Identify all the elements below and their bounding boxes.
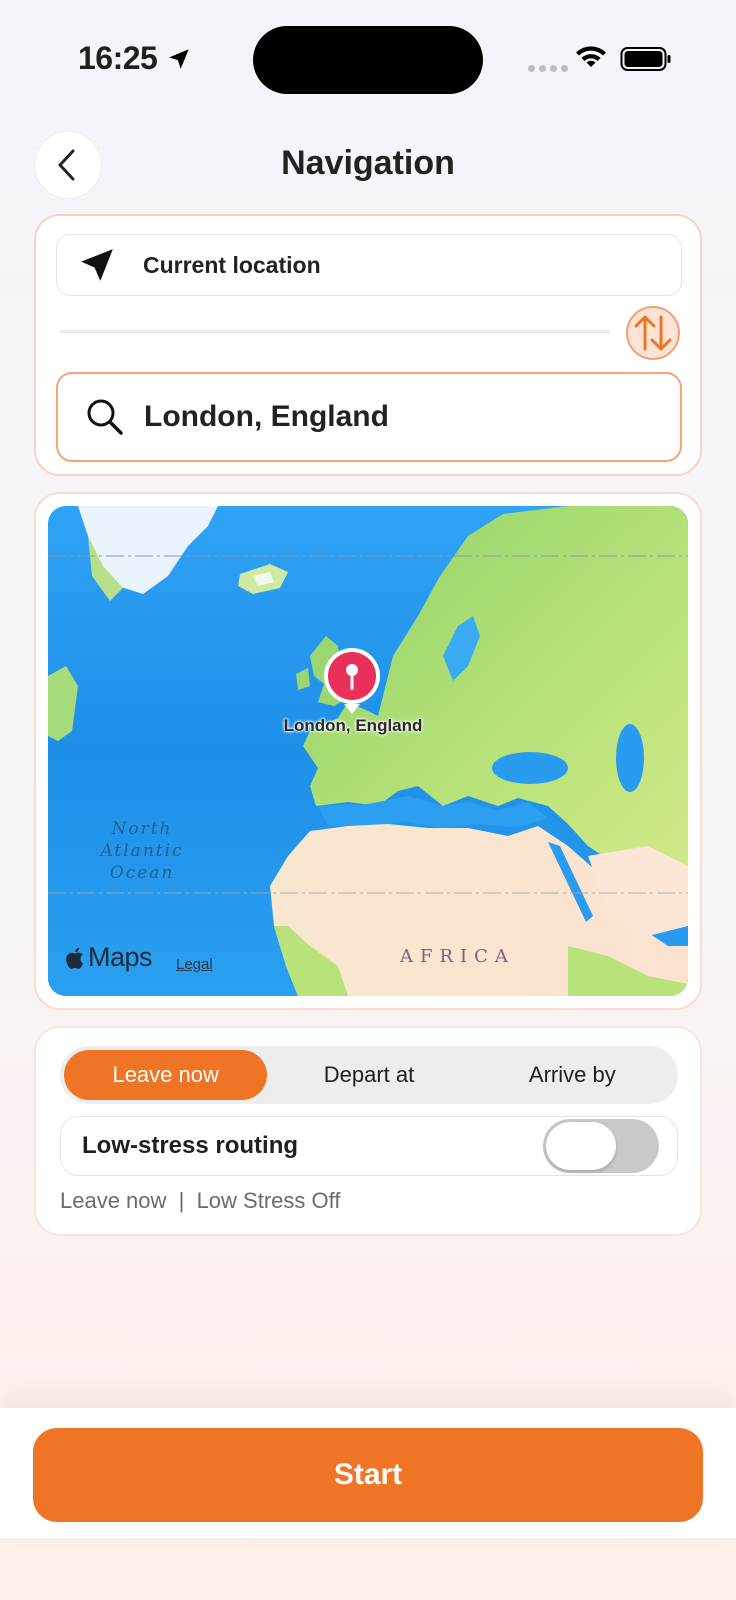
- low-stress-toggle[interactable]: [543, 1119, 659, 1173]
- signal-dots-icon: [528, 65, 568, 72]
- origin-label: Current location: [143, 251, 321, 278]
- mode-depart-at[interactable]: Depart at: [267, 1050, 470, 1100]
- legal-link[interactable]: Legal: [176, 956, 213, 973]
- maps-logo-text: Maps: [88, 942, 153, 972]
- map-background: [48, 506, 688, 996]
- ocean-label-line: Ocean: [109, 863, 175, 883]
- mode-arrive-by[interactable]: Arrive by: [471, 1050, 674, 1100]
- navigation-arrow-icon: [77, 245, 121, 285]
- route-divider: [60, 330, 610, 333]
- continent-label: AFRICA: [400, 946, 515, 967]
- departure-mode-segmented-control: Leave now Depart at Arrive by: [60, 1046, 678, 1104]
- ocean-label-line: North: [111, 819, 173, 839]
- wifi-icon: [576, 46, 606, 67]
- destination-input[interactable]: [144, 400, 664, 434]
- map-pin-icon[interactable]: [322, 646, 382, 716]
- bottom-bar: Start: [0, 1408, 736, 1538]
- mode-leave-now[interactable]: Leave now: [64, 1050, 268, 1100]
- apple-logo-icon: [66, 947, 84, 969]
- destination-field[interactable]: [56, 372, 682, 462]
- toggle-knob: [546, 1122, 616, 1170]
- location-arrow-icon: [169, 49, 189, 69]
- options-summary: Leave now | Low Stress Off: [60, 1188, 341, 1213]
- status-time: 16:25: [78, 40, 158, 76]
- swap-button[interactable]: [626, 306, 680, 360]
- low-stress-label: Low-stress routing: [82, 1132, 299, 1159]
- dynamic-island: [253, 26, 483, 94]
- maps-attribution[interactable]: Maps: [66, 942, 153, 973]
- ocean-label-line: Atlantic: [100, 841, 184, 861]
- origin-field[interactable]: Current location: [56, 234, 682, 296]
- map-view[interactable]: London, England North Atlantic Ocean AFR…: [48, 506, 688, 996]
- status-bar: 16:25: [0, 0, 736, 120]
- map-pin-label: London, England: [283, 716, 423, 735]
- route-card: Current location: [34, 214, 702, 476]
- page-title: Navigation: [281, 144, 455, 182]
- swap-arrows-icon: [634, 315, 672, 351]
- map-card: London, England North Atlantic Ocean AFR…: [34, 492, 702, 1010]
- ocean-label: North Atlantic Ocean: [92, 818, 192, 884]
- start-button[interactable]: Start: [33, 1428, 703, 1522]
- options-card: Leave now Depart at Arrive by Low-stress…: [34, 1026, 702, 1236]
- battery-icon: [620, 47, 671, 71]
- search-icon: [84, 396, 128, 438]
- low-stress-row: Low-stress routing: [60, 1116, 678, 1176]
